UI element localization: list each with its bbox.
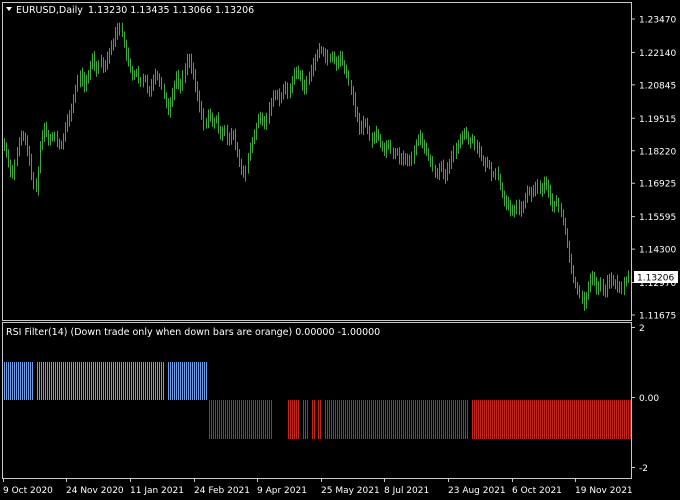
indicator-scale-label: -2 <box>639 464 648 474</box>
price-label: 1.11675 <box>639 312 676 322</box>
date-label: 9 Apr 2021 <box>257 486 307 496</box>
price-label: 1.20845 <box>639 81 676 91</box>
indicator-scale-label: 2 <box>639 324 645 334</box>
price-label: 1.15595 <box>639 213 676 223</box>
date-label: 24 Feb 2021 <box>194 486 250 496</box>
date-label: 25 May 2021 <box>321 486 380 496</box>
date-label: 24 Nov 2020 <box>66 486 124 496</box>
chart-window[interactable]: EURUSD,Daily 1.13230 1.13435 1.13066 1.1… <box>0 0 680 500</box>
indicator-title: RSI Filter(14) (Down trade only when dow… <box>6 327 380 338</box>
date-label: 11 Jan 2021 <box>130 486 184 496</box>
ohlc-values: 1.13230 1.13435 1.13066 1.13206 <box>88 5 254 16</box>
date-label: 6 Oct 2021 <box>512 486 562 496</box>
current-price-label: 1.13206 <box>637 274 674 284</box>
date-label: 8 Jul 2021 <box>384 486 429 496</box>
date-label: 19 Nov 2021 <box>575 486 633 496</box>
symbol-label: EURUSD,Daily <box>16 5 83 16</box>
price-label: 1.14300 <box>639 246 676 256</box>
price-label: 1.23470 <box>639 16 676 26</box>
price-label: 1.22140 <box>639 49 676 59</box>
current-price-marker: 1.13206 <box>634 271 678 284</box>
price-label: 1.19515 <box>639 115 676 125</box>
price-label: 1.18220 <box>639 147 676 157</box>
price-label: 1.16925 <box>639 180 676 190</box>
date-label: 23 Aug 2021 <box>448 486 506 496</box>
date-label: 9 Oct 2020 <box>3 486 53 496</box>
indicator-scale-label: 0.00 <box>639 394 659 404</box>
